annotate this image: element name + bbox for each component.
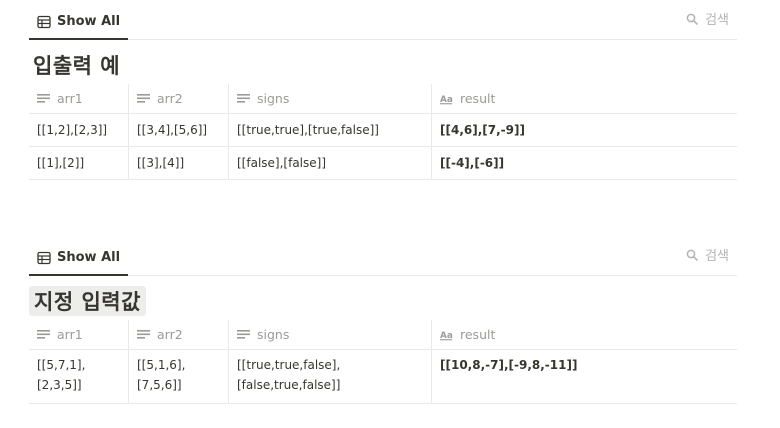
table-row[interactable]: [[1,2],[2,3]] [[3,4],[5,6]] [[true,true]… (29, 114, 737, 147)
column-header-label: arr2 (157, 326, 183, 342)
table-row[interactable]: [[5,7,1], [2,3,5]] [[5,1,6], [7,5,6]] [[… (29, 350, 737, 404)
search-button[interactable]: 검색 (686, 9, 729, 28)
search-icon (686, 249, 698, 261)
aa-icon: Aa (440, 330, 453, 340)
table-cell-signs: [[true,true],[true,false]] (229, 114, 432, 146)
table-header-row: arr1 arr2 signs Aa result (29, 320, 737, 350)
table-icon (37, 15, 51, 28)
text-lines-icon (137, 329, 150, 339)
column-header-label: arr1 (57, 326, 83, 342)
table-cell-result[interactable]: [[-4],[-6]] (432, 147, 737, 179)
table-cell-signs: [[false],[false]] (229, 147, 432, 179)
column-header-arr1[interactable]: arr1 (29, 84, 129, 113)
text-lines-icon (37, 93, 50, 103)
column-header-arr2[interactable]: arr2 (129, 84, 229, 113)
database-block-1: Show All 검색 입출력 예 arr1 arr2 signs Aa res… (29, 0, 737, 180)
table-cell-arr2: [[3],[4]] (129, 147, 229, 179)
column-header-arr2[interactable]: arr2 (129, 320, 229, 349)
aa-icon: Aa (440, 94, 453, 104)
view-tab-show-all[interactable]: Show All (29, 5, 129, 40)
column-header-result[interactable]: Aa result (432, 320, 737, 349)
database-title[interactable]: 지정 입력값 (29, 286, 146, 316)
table-cell-result[interactable]: [[4,6],[7,-9]] (432, 114, 737, 146)
column-header-arr1[interactable]: arr1 (29, 320, 129, 349)
search-button[interactable]: 검색 (686, 245, 729, 264)
table-icon (37, 251, 51, 264)
column-header-label: signs (257, 90, 290, 106)
column-header-result[interactable]: Aa result (432, 84, 737, 113)
view-tab-label: Show All (57, 14, 121, 29)
table-cell-arr2: [[5,1,6], [7,5,6]] (129, 350, 229, 403)
view-bar: Show All 검색 (29, 236, 737, 276)
table-header-row: arr1 arr2 signs Aa result (29, 84, 737, 114)
database-title[interactable]: 입출력 예 (33, 50, 120, 80)
table-cell-arr1: [[1,2],[2,3]] (29, 114, 129, 146)
text-lines-icon (237, 329, 250, 339)
search-label: 검색 (705, 13, 729, 28)
text-lines-icon (37, 329, 50, 339)
view-bar: Show All 검색 (29, 0, 737, 40)
table-cell-result[interactable]: [[10,8,-7],[-9,8,-11]] (432, 350, 737, 403)
table-cell-arr2: [[3,4],[5,6]] (129, 114, 229, 146)
column-header-label: signs (257, 326, 290, 342)
search-icon (686, 13, 698, 25)
table-row[interactable]: [[1],[2]] [[3],[4]] [[false],[false]] [[… (29, 147, 737, 180)
column-header-signs[interactable]: signs (229, 320, 432, 349)
database-table: arr1 arr2 signs Aa result (29, 320, 737, 404)
view-tab-show-all[interactable]: Show All (29, 241, 129, 276)
column-header-signs[interactable]: signs (229, 84, 432, 113)
search-label: 검색 (705, 249, 729, 264)
table-cell-signs: [[true,true,false], [false,true,false]] (229, 350, 432, 403)
column-header-label: arr1 (57, 90, 83, 106)
column-header-label: arr2 (157, 90, 183, 106)
text-lines-icon (137, 93, 150, 103)
column-header-label: result (460, 90, 496, 106)
table-cell-arr1: [[5,7,1], [2,3,5]] (29, 350, 129, 403)
column-header-label: result (460, 326, 496, 342)
database-block-2: Show All 검색 지정 입력값 arr1 arr2 signs Aa re… (29, 236, 737, 404)
database-table: arr1 arr2 signs Aa result (29, 84, 737, 180)
view-tab-label: Show All (57, 250, 121, 265)
text-lines-icon (237, 93, 250, 103)
table-cell-arr1: [[1],[2]] (29, 147, 129, 179)
